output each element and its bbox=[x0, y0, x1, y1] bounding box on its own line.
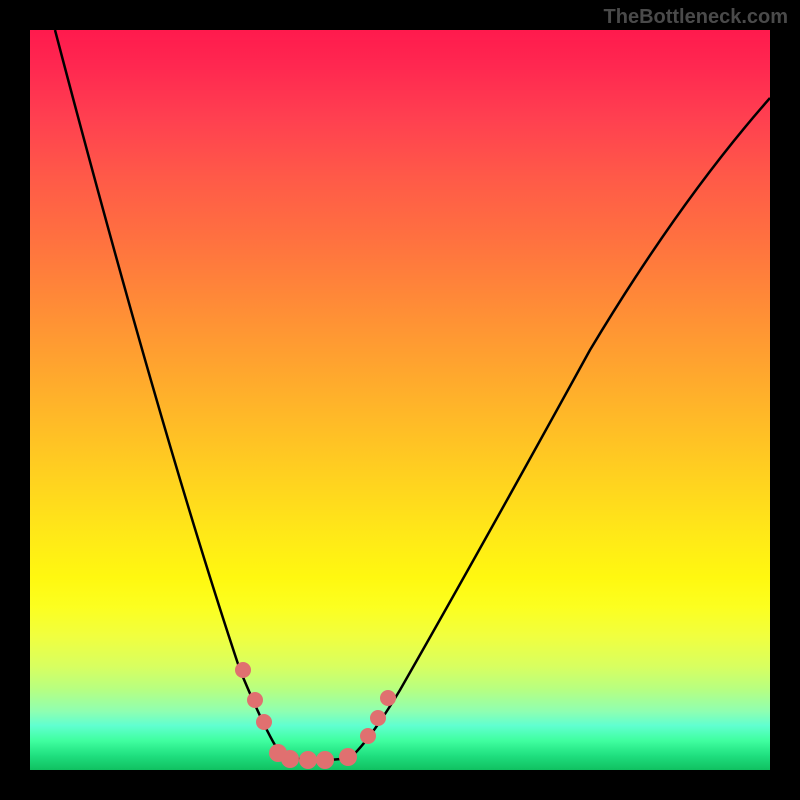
data-marker bbox=[360, 728, 376, 744]
data-marker bbox=[235, 662, 251, 678]
data-marker bbox=[316, 751, 334, 769]
data-marker bbox=[281, 750, 299, 768]
data-marker bbox=[380, 690, 396, 706]
curve-left bbox=[55, 30, 290, 758]
data-marker bbox=[256, 714, 272, 730]
data-marker bbox=[299, 751, 317, 769]
curve-right bbox=[350, 98, 770, 758]
chart-plot-area bbox=[30, 30, 770, 770]
chart-svg bbox=[30, 30, 770, 770]
data-marker bbox=[370, 710, 386, 726]
data-marker bbox=[247, 692, 263, 708]
data-marker bbox=[339, 748, 357, 766]
watermark-text: TheBottleneck.com bbox=[604, 6, 788, 29]
